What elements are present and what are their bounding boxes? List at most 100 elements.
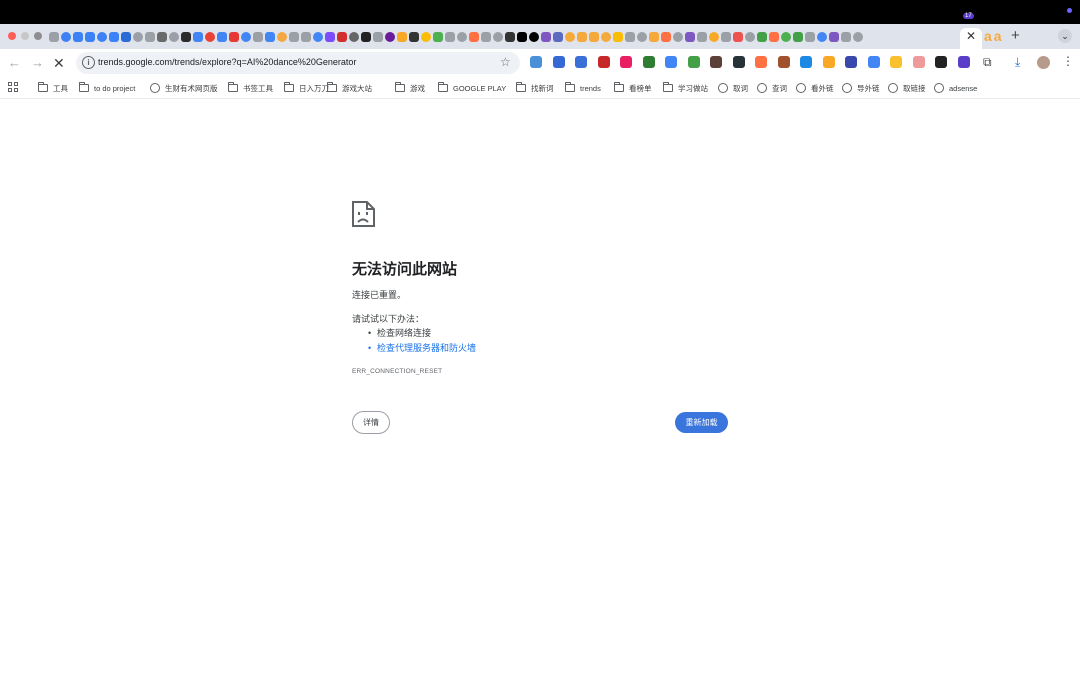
tab-favicon[interactable]	[636, 32, 647, 42]
bookmark-item[interactable]: to do project	[79, 82, 135, 94]
tab-favicon[interactable]	[708, 32, 719, 42]
extension-icon[interactable]	[890, 56, 902, 68]
bookmark-item[interactable]: 日入万刀	[284, 82, 329, 94]
tab-favicon[interactable]	[756, 32, 767, 42]
tab-favicon[interactable]	[300, 32, 311, 42]
tab-close-icon[interactable]: ✕	[966, 29, 976, 43]
tab-favicon[interactable]	[684, 32, 695, 42]
tab-favicon[interactable]	[648, 32, 659, 42]
tab-favicon[interactable]	[444, 32, 455, 42]
bookmark-item[interactable]: 学习做站	[663, 82, 708, 94]
tab-favicon[interactable]	[624, 32, 635, 42]
tab-favicon[interactable]	[72, 32, 83, 42]
tab-favicon[interactable]	[804, 32, 815, 42]
tab-favicon[interactable]	[324, 32, 335, 42]
new-tab-button[interactable]: +	[1011, 27, 1020, 44]
tab-favicon[interactable]	[360, 32, 371, 42]
tab-favicon[interactable]	[516, 32, 527, 42]
extension-icon[interactable]	[732, 56, 745, 68]
tab-favicon[interactable]	[408, 32, 419, 42]
tab-favicon[interactable]	[720, 32, 731, 42]
bookmark-item[interactable]: 导外链	[842, 82, 880, 94]
extension-icon[interactable]	[530, 56, 542, 68]
extension-icon[interactable]	[642, 56, 655, 68]
tab-favicon[interactable]	[732, 32, 743, 42]
tab-favicon[interactable]	[264, 32, 275, 42]
extension-icon[interactable]	[800, 56, 812, 68]
bookmark-item[interactable]: 游戏	[395, 82, 425, 94]
bookmark-item[interactable]: 看外链	[796, 82, 834, 94]
profile-avatar[interactable]	[1037, 56, 1050, 69]
tab-favicon[interactable]	[204, 32, 215, 42]
tab-favicon[interactable]	[816, 32, 827, 42]
tab-favicon[interactable]	[576, 32, 587, 42]
tab-favicon[interactable]	[108, 32, 119, 42]
tab-favicon[interactable]	[456, 32, 467, 42]
tab-favicon[interactable]	[480, 32, 491, 42]
bookmark-star-icon[interactable]: ☆	[500, 55, 511, 69]
suggestion-check-proxy-link[interactable]: 检查代理服务器和防火墙	[368, 341, 476, 356]
tab-favicon-a[interactable]: a	[984, 28, 992, 44]
tab-favicon[interactable]	[492, 32, 503, 42]
extension-icon[interactable]	[755, 56, 767, 68]
extension-icon[interactable]	[867, 56, 880, 68]
extension-icon[interactable]	[597, 56, 610, 68]
tab-favicon[interactable]	[288, 32, 299, 42]
apps-grid-icon[interactable]	[8, 82, 18, 92]
extension-icon[interactable]	[957, 56, 970, 68]
extension-icon[interactable]	[575, 56, 587, 68]
tab-favicon[interactable]	[252, 32, 263, 42]
tab-favicon[interactable]	[696, 32, 707, 42]
tab-favicon[interactable]	[528, 32, 539, 42]
tab-favicon[interactable]	[180, 32, 191, 42]
tab-favicon[interactable]	[60, 32, 71, 42]
extension-icon[interactable]	[687, 56, 700, 68]
tab-favicon[interactable]	[540, 32, 551, 42]
tab-favicon[interactable]	[792, 32, 803, 42]
tab-search-button[interactable]: ⌄	[1058, 29, 1072, 43]
tab-favicon[interactable]	[312, 32, 323, 42]
bookmark-item[interactable]: 生财有术网页版	[150, 82, 218, 94]
tab-favicon[interactable]	[384, 32, 395, 42]
tab-favicon[interactable]	[348, 32, 359, 42]
tab-favicon[interactable]	[372, 32, 383, 42]
tab-favicon[interactable]	[564, 32, 575, 42]
tab-favicon-a[interactable]: a	[994, 28, 1002, 44]
extension-icon[interactable]	[822, 56, 835, 68]
stop-loading-icon[interactable]: ✕	[53, 55, 65, 72]
extension-icon[interactable]	[620, 56, 632, 68]
tab-favicon[interactable]	[612, 32, 623, 42]
maximize-window-button[interactable]	[34, 32, 42, 40]
bookmark-item[interactable]: 查词	[757, 82, 787, 94]
tab-favicon[interactable]	[588, 32, 599, 42]
tab-favicon[interactable]	[504, 32, 515, 42]
tab-favicon[interactable]	[672, 32, 683, 42]
extension-icon[interactable]	[552, 56, 565, 68]
bookmark-item[interactable]: adsense	[934, 82, 977, 94]
bookmark-item[interactable]: 工具	[38, 82, 68, 94]
tab-favicon[interactable]	[120, 32, 131, 42]
extension-icon[interactable]	[912, 56, 925, 68]
tab-favicon[interactable]	[840, 32, 851, 42]
bookmark-item[interactable]: 找新词	[516, 82, 554, 94]
bookmark-item[interactable]: 书签工具	[228, 82, 273, 94]
tab-favicon[interactable]	[396, 32, 407, 42]
bookmark-item[interactable]: 游戏大站	[327, 82, 372, 94]
tab-favicon[interactable]	[192, 32, 203, 42]
bookmark-item[interactable]: trends	[565, 82, 601, 94]
site-info-icon[interactable]: i	[82, 56, 95, 69]
tab-favicon[interactable]	[228, 32, 239, 42]
tab-favicon[interactable]	[420, 32, 431, 42]
extension-icon[interactable]	[777, 56, 790, 68]
tab-favicon[interactable]	[132, 32, 143, 42]
tab-favicon[interactable]	[660, 32, 671, 42]
close-window-button[interactable]	[8, 32, 16, 40]
download-icon[interactable]: ⤓	[1015, 55, 1020, 70]
tab-favicon[interactable]	[168, 32, 179, 42]
back-arrow-icon[interactable]: ←	[8, 55, 21, 70]
tab-favicon[interactable]	[156, 32, 167, 42]
details-button[interactable]: 详情	[352, 411, 390, 434]
tab-favicon[interactable]	[48, 32, 59, 42]
tab-favicon[interactable]	[468, 32, 479, 42]
minimize-window-button[interactable]	[21, 32, 29, 40]
